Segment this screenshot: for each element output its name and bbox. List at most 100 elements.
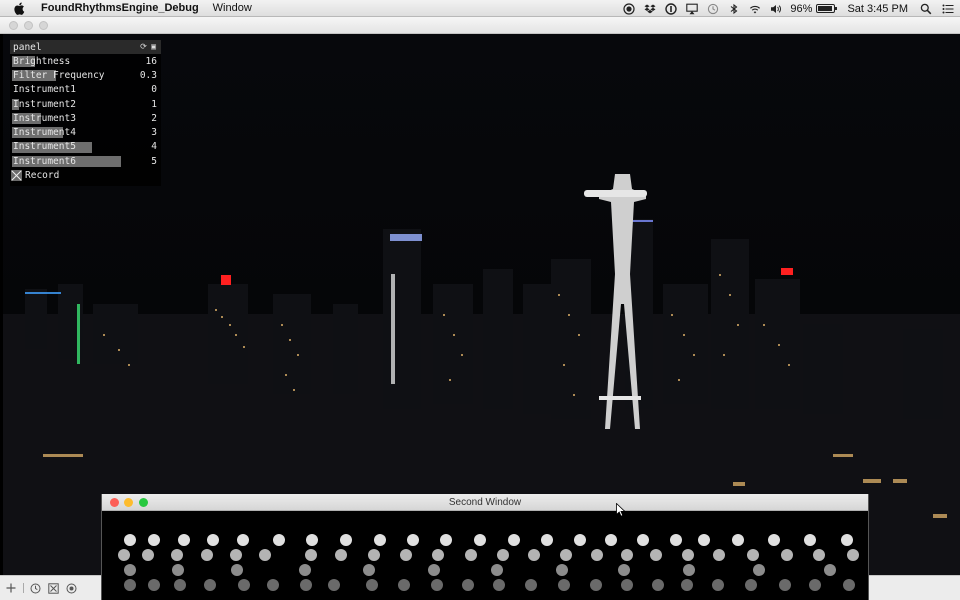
battery-icon[interactable] [816, 4, 838, 13]
rhythm-dot[interactable] [541, 534, 553, 546]
second-window-titlebar[interactable]: Second Window [102, 494, 868, 511]
add-icon[interactable] [5, 582, 17, 594]
wifi-icon[interactable] [749, 3, 761, 15]
zoom-button[interactable] [39, 21, 48, 30]
rhythm-dot[interactable] [525, 579, 537, 591]
rhythm-dot[interactable] [374, 534, 386, 546]
rhythm-dot[interactable] [682, 549, 694, 561]
rhythm-dot[interactable] [652, 579, 664, 591]
rhythm-dot[interactable] [124, 564, 136, 576]
rhythm-dot[interactable] [637, 534, 649, 546]
rhythm-dot[interactable] [237, 534, 249, 546]
rhythm-dot[interactable] [201, 549, 213, 561]
parameter-slider[interactable]: Filter Frequency 0.3 [10, 68, 161, 82]
close-button[interactable] [9, 21, 18, 30]
rhythm-dot[interactable] [474, 534, 486, 546]
rhythm-dot[interactable] [493, 579, 505, 591]
rhythm-dot[interactable] [238, 579, 250, 591]
rhythm-dot[interactable] [124, 534, 136, 546]
parameter-slider[interactable]: Instrument3 2 [10, 111, 161, 125]
parameter-slider[interactable]: Instrument4 3 [10, 125, 161, 139]
rhythm-dot[interactable] [747, 549, 759, 561]
clock-icon[interactable] [29, 582, 41, 594]
rhythm-dot[interactable] [843, 579, 855, 591]
rhythm-dot[interactable] [431, 579, 443, 591]
rhythm-dot[interactable] [178, 534, 190, 546]
rhythm-dot[interactable] [528, 549, 540, 561]
bluetooth-icon[interactable] [728, 3, 740, 15]
spotlight-icon[interactable] [920, 3, 932, 15]
rhythm-dot[interactable] [340, 534, 352, 546]
target-icon[interactable] [65, 582, 77, 594]
rhythm-dot[interactable] [407, 534, 419, 546]
record-toggle[interactable]: Record [10, 168, 161, 182]
rhythm-dot[interactable] [207, 534, 219, 546]
rhythm-dot[interactable] [621, 549, 633, 561]
rhythm-dot[interactable] [745, 579, 757, 591]
parameter-slider[interactable]: Brightness 16 [10, 54, 161, 68]
rhythm-dot[interactable] [590, 579, 602, 591]
rhythm-dot[interactable] [230, 549, 242, 561]
save-icon[interactable]: ▣ [149, 42, 158, 51]
rhythm-dot[interactable] [335, 549, 347, 561]
menu-bar-clock[interactable]: Sat 3:45 PM [847, 3, 908, 15]
airplay-icon[interactable] [686, 3, 699, 15]
rhythm-dot[interactable] [366, 579, 378, 591]
rhythm-dot[interactable] [148, 534, 160, 546]
rhythm-dot[interactable] [841, 534, 853, 546]
rhythm-dot[interactable] [753, 564, 765, 576]
rhythm-dot[interactable] [400, 549, 412, 561]
rhythm-dot[interactable] [118, 549, 130, 561]
rhythm-dot[interactable] [847, 549, 859, 561]
rhythm-dot[interactable] [574, 534, 586, 546]
time-machine-icon[interactable] [707, 3, 719, 15]
parameter-slider[interactable]: Instrument1 0 [10, 83, 161, 97]
rhythm-dot[interactable] [558, 579, 570, 591]
rhythm-dot[interactable] [273, 534, 285, 546]
rhythm-dot[interactable] [259, 549, 271, 561]
rhythm-dot[interactable] [809, 579, 821, 591]
rhythm-dot[interactable] [768, 534, 780, 546]
rhythm-dot[interactable] [306, 534, 318, 546]
rhythm-dot[interactable] [432, 549, 444, 561]
rhythm-dot[interactable] [650, 549, 662, 561]
dropbox-icon[interactable] [644, 3, 656, 15]
notification-list-icon[interactable] [942, 3, 954, 15]
rhythm-dot[interactable] [591, 549, 603, 561]
rhythm-dot[interactable] [174, 579, 186, 591]
rhythm-dot[interactable] [779, 579, 791, 591]
volume-icon[interactable] [770, 3, 782, 15]
rhythm-dot[interactable] [368, 549, 380, 561]
rhythm-dot[interactable] [621, 579, 633, 591]
rhythm-dot[interactable] [670, 534, 682, 546]
grid-icon[interactable] [47, 582, 59, 594]
rhythm-dot[interactable] [732, 534, 744, 546]
parameter-slider[interactable]: Instrument6 5 [10, 154, 161, 168]
rhythm-dot[interactable] [231, 564, 243, 576]
rhythm-dot[interactable] [491, 564, 503, 576]
apple-icon[interactable] [13, 1, 27, 15]
second-window-minimize-button[interactable] [124, 498, 133, 507]
rhythm-dot[interactable] [698, 534, 710, 546]
rhythm-dot[interactable] [204, 579, 216, 591]
rhythm-dot[interactable] [267, 579, 279, 591]
rhythm-dot[interactable] [363, 564, 375, 576]
rhythm-dot[interactable] [804, 534, 816, 546]
rhythm-dot[interactable] [462, 579, 474, 591]
rhythm-dot[interactable] [712, 579, 724, 591]
rhythm-dot[interactable] [497, 549, 509, 561]
main-window-titlebar[interactable] [0, 17, 960, 34]
window-menu[interactable]: Window [213, 2, 252, 14]
rhythm-dot[interactable] [618, 564, 630, 576]
rhythm-dot[interactable] [299, 564, 311, 576]
app-menu[interactable]: FoundRhythmsEngine_Debug [41, 2, 199, 14]
rhythm-dot[interactable] [813, 549, 825, 561]
rhythm-dot[interactable] [465, 549, 477, 561]
rhythm-dot[interactable] [681, 579, 693, 591]
rhythm-dot[interactable] [171, 549, 183, 561]
rhythm-dot[interactable] [428, 564, 440, 576]
rhythm-dot[interactable] [605, 534, 617, 546]
parameter-slider[interactable]: Instrument5 4 [10, 140, 161, 154]
record-checkbox[interactable] [11, 169, 22, 181]
rhythm-dot[interactable] [440, 534, 452, 546]
